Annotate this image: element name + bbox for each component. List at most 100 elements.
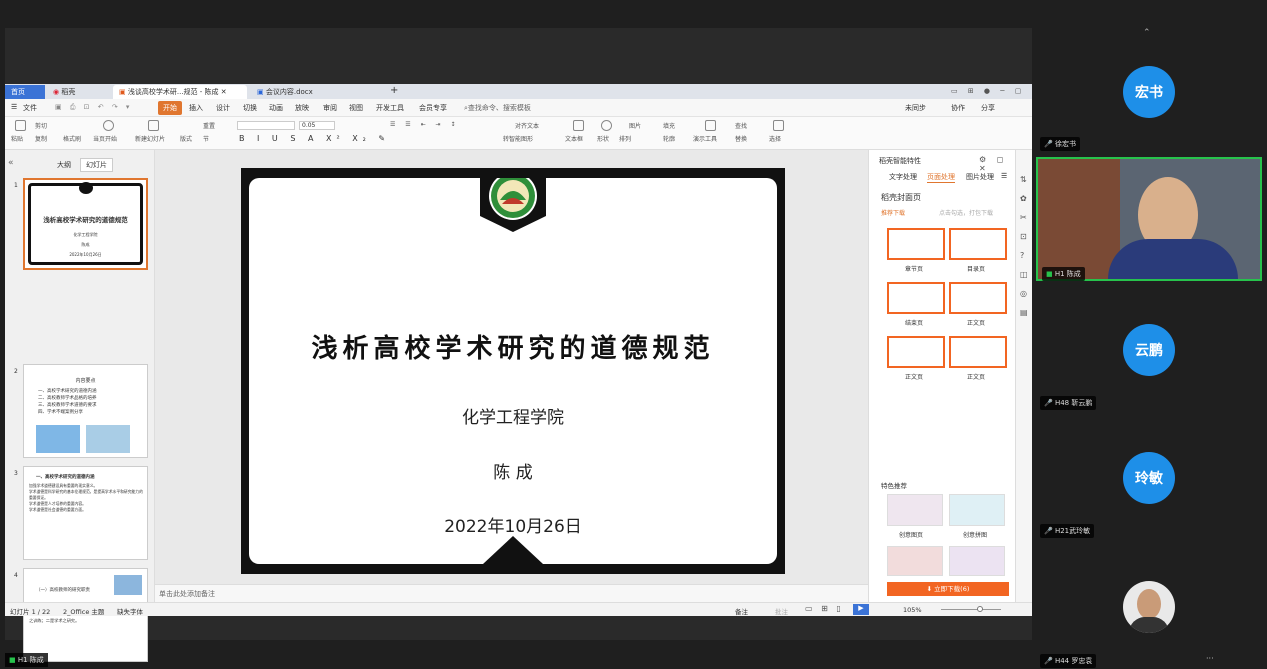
- panel-menu-icon[interactable]: ☰: [1001, 172, 1007, 180]
- menu-start[interactable]: 开始: [158, 101, 182, 115]
- participant-name: 🎤 H21武玲敏: [1040, 524, 1095, 538]
- find-button[interactable]: 查找: [735, 121, 747, 130]
- hamburger-icon[interactable]: ☰: [11, 103, 17, 111]
- featured-thumb-1[interactable]: [887, 494, 943, 526]
- tab-text-process[interactable]: 文字处理: [889, 172, 917, 182]
- copy-button[interactable]: 复制: [35, 134, 47, 143]
- replace-button[interactable]: 替换: [735, 134, 747, 143]
- notes-bar[interactable]: 单击此处添加备注: [155, 584, 868, 602]
- font-name-select[interactable]: [237, 121, 295, 130]
- slide-thumbnail-3[interactable]: 一、高校学术研究的道德内涵 加强学术道德建设具有重要的现实意义。 学术道德是科学…: [23, 466, 148, 560]
- present-tool-button[interactable]: 演示工具: [693, 134, 717, 143]
- play-from-current-button[interactable]: 当页开始: [93, 134, 117, 143]
- tab-slides[interactable]: 幻灯片: [80, 158, 113, 172]
- menu-animation[interactable]: 动画: [269, 103, 283, 113]
- picture-button[interactable]: 图片: [629, 121, 641, 130]
- menu-file[interactable]: 文件: [23, 103, 37, 113]
- shape-icon[interactable]: [601, 120, 612, 131]
- menu-devtools[interactable]: 开发工具: [376, 103, 404, 113]
- cut-button[interactable]: 剪切: [35, 121, 47, 130]
- featured-thumb-3[interactable]: [887, 546, 943, 576]
- menu-insert[interactable]: 插入: [189, 103, 203, 113]
- participant-tile-4[interactable]: 玲敏 🎤 H21武玲敏: [1036, 418, 1262, 542]
- new-tab-button[interactable]: +: [387, 85, 403, 99]
- tab-daoke[interactable]: ◉ 稻壳: [47, 85, 107, 99]
- window-controls[interactable]: ▭ ⊞ ● ─ ▢ ✕: [945, 85, 1029, 99]
- text-format-buttons[interactable]: B I U S A X² X₂ ✎: [239, 134, 390, 143]
- paste-button[interactable]: 粘贴: [11, 134, 23, 143]
- missing-font[interactable]: 缺失字体: [117, 606, 143, 616]
- smartart-button[interactable]: 转智能图形: [503, 134, 533, 143]
- new-slide-icon[interactable]: [148, 120, 159, 131]
- panel-controls[interactable]: ⚙ ◻ ✕: [979, 155, 1015, 173]
- reset-button[interactable]: 重置: [203, 121, 215, 130]
- zoom-slider[interactable]: [941, 609, 1001, 610]
- cover-template-1[interactable]: [887, 228, 945, 260]
- select-button[interactable]: 选择: [769, 134, 781, 143]
- current-slide[interactable]: 浅析高校学术研究的道德规范 化学工程学院 陈 成 2022年10月26日: [241, 168, 785, 574]
- featured-thumb-4[interactable]: [949, 546, 1005, 576]
- select-icon[interactable]: [773, 120, 784, 131]
- menu-member[interactable]: 会员专享: [419, 103, 447, 113]
- participant-tile-5[interactable]: 🎤 H44 罗忠袁 ···: [1036, 545, 1262, 669]
- tab-pic-process[interactable]: 图片处理: [966, 172, 994, 182]
- close-icon[interactable]: ✕: [221, 88, 227, 96]
- tab-docx[interactable]: ▣ 会议内容.docx: [251, 85, 381, 99]
- share-button[interactable]: 分享: [981, 103, 995, 113]
- zoom-slider-handle[interactable]: [977, 606, 983, 612]
- search-command[interactable]: ⌕查找命令、搜索模板: [464, 103, 531, 113]
- notes-placeholder[interactable]: 单击此处添加备注: [159, 589, 215, 599]
- scroll-up-icon[interactable]: ⌃: [1143, 28, 1151, 38]
- outline-button[interactable]: 轮廓: [663, 134, 675, 143]
- sync-status[interactable]: 未同步: [905, 103, 926, 113]
- textbox-button[interactable]: 文本框: [565, 134, 583, 143]
- cover-template-3[interactable]: [887, 282, 945, 314]
- font-size-select[interactable]: 0.05: [299, 121, 335, 130]
- present-tool-icon[interactable]: [705, 120, 716, 131]
- textbox-icon[interactable]: [573, 120, 584, 131]
- align-text-button[interactable]: 对齐文本: [515, 121, 539, 130]
- participant-tile-3[interactable]: 云鹏 🎤 H48 靳云鹏: [1036, 290, 1262, 414]
- shape-button[interactable]: 形状: [597, 134, 609, 143]
- collab-button[interactable]: 协作: [951, 103, 965, 113]
- tab-doc-active[interactable]: ▣ 浅谈高校学术研...规范 - 陈成 ✕: [113, 85, 247, 99]
- slideshow-button[interactable]: ▶: [853, 604, 869, 615]
- side-tool-icons[interactable]: ⇅ ✿ ✂ ⊡? ◫ ◎ ▤: [1020, 170, 1028, 322]
- featured-thumb-2[interactable]: [949, 494, 1005, 526]
- cover-template-6[interactable]: [949, 336, 1007, 368]
- collapse-panel-icon[interactable]: «: [8, 158, 14, 168]
- menu-review[interactable]: 审阅: [323, 103, 337, 113]
- layout-button[interactable]: 版式: [180, 134, 192, 143]
- participant-tile-active[interactable]: ■ H1 陈成: [1036, 157, 1262, 281]
- play-icon[interactable]: [103, 120, 114, 131]
- cover-template-4[interactable]: [949, 282, 1007, 314]
- paste-icon[interactable]: [15, 120, 26, 131]
- cover-template-2[interactable]: [949, 228, 1007, 260]
- comment-toggle[interactable]: 批注: [775, 606, 788, 616]
- fill-button[interactable]: 填充: [663, 121, 675, 130]
- notes-toggle[interactable]: 备注: [735, 606, 748, 616]
- paragraph-icons[interactable]: ☰ ☰ ⇤ ⇥ ↕: [390, 121, 459, 128]
- tab-outline[interactable]: 大纲: [57, 160, 71, 170]
- slide-thumbnail-2[interactable]: 内容要点 一、高校学术研究的道德内涵 二、高校教师学术品格的培养 三、高校教师学…: [23, 364, 148, 458]
- view-mode-icons[interactable]: ▭ ⊞ ▯: [805, 604, 844, 613]
- wps-window: 首页 ◉ 稻壳 ▣ 浅谈高校学术研...规范 - 陈成 ✕ ▣ 会议内容.doc…: [5, 84, 1032, 662]
- filter-recommend[interactable]: 推荐下载: [881, 208, 905, 217]
- participant-tile-1[interactable]: 宏书 🎤 徐宏书: [1036, 40, 1262, 164]
- download-now-button[interactable]: ⬇ 立即下载(6): [887, 582, 1009, 596]
- cover-template-5[interactable]: [887, 336, 945, 368]
- arrange-button[interactable]: 排列: [619, 134, 631, 143]
- section-button[interactable]: 节: [203, 134, 209, 143]
- quick-access-icons[interactable]: ▣ ⎙ ⊡ ↶ ↷ ▾: [55, 103, 132, 112]
- new-slide-button[interactable]: 新建幻灯片: [135, 134, 165, 143]
- menu-view[interactable]: 视图: [349, 103, 363, 113]
- zoom-level[interactable]: 105%: [903, 606, 922, 614]
- menu-switch[interactable]: 切换: [243, 103, 257, 113]
- menu-design[interactable]: 设计: [216, 103, 230, 113]
- menu-play[interactable]: 放映: [295, 103, 309, 113]
- tab-page-process[interactable]: 页面处理: [927, 172, 955, 183]
- tab-home[interactable]: 首页: [5, 85, 45, 99]
- slide-thumbnail-1[interactable]: 浅析高校学术研究的道德规范 化学工程学院 陈成 2022年10月26日: [23, 178, 148, 270]
- format-painter-button[interactable]: 格式刷: [63, 134, 81, 143]
- more-options-icon[interactable]: ···: [1206, 654, 1214, 663]
